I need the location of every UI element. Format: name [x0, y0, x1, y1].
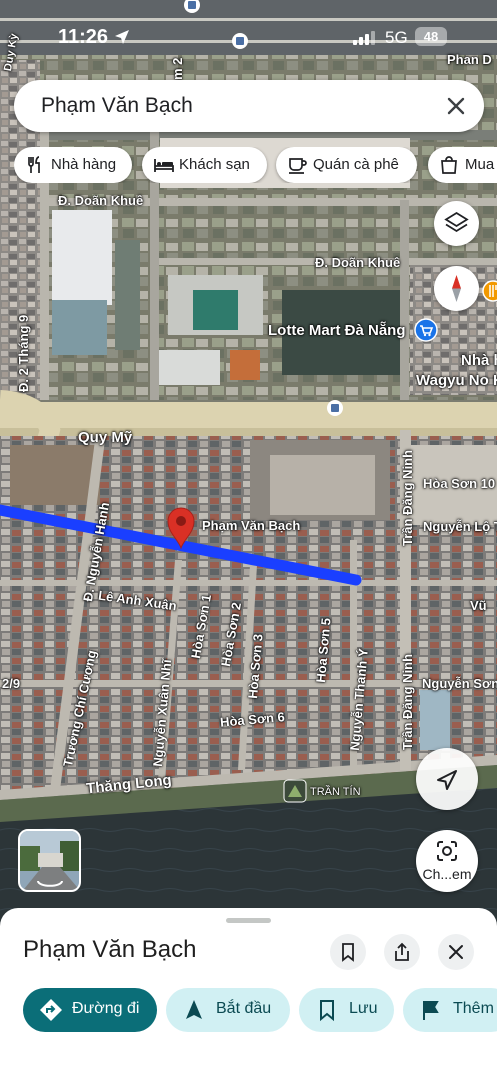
shopping-cart-icon[interactable] [414, 318, 438, 342]
layers-icon [444, 211, 469, 233]
chip-restaurants[interactable]: Nhà hàng [14, 147, 132, 183]
share-icon [395, 942, 409, 961]
chip-label: Nhà hàng [51, 156, 117, 173]
map-label-phan-d: Phan D [447, 52, 492, 67]
flag-icon [423, 1001, 439, 1020]
restaurant-icon [28, 156, 40, 173]
network-type: 5G [385, 28, 408, 47]
map-label-wagyu[interactable]: Wagyu No K [416, 372, 497, 389]
chip-hotels[interactable]: Khách sạn [142, 147, 267, 183]
map-label-vu: Vũ [470, 598, 487, 613]
hotel-icon [154, 159, 174, 172]
close-icon[interactable] [438, 88, 474, 124]
signal-bars-icon [353, 31, 375, 45]
location-pin-icon[interactable] [166, 506, 196, 550]
navigation-icon [186, 1000, 202, 1019]
search-bar[interactable]: Phạm Văn Bạch [14, 80, 484, 132]
share-button[interactable] [384, 934, 420, 970]
more-button[interactable]: Thêm [403, 988, 497, 1032]
chip-cafes[interactable]: Quán cà phê [276, 147, 417, 183]
chip-label: Quán cà phê [313, 156, 399, 173]
sheet-drag-handle[interactable] [226, 918, 271, 923]
place-bottom-sheet[interactable]: Phạm Văn Bạch Đường đi Bắt đầu Lưu Thêm [0, 908, 497, 1080]
layers-button[interactable] [434, 201, 479, 246]
chip-shopping[interactable]: Mua [428, 147, 497, 183]
directions-button[interactable]: Đường đi [23, 988, 157, 1032]
close-sheet-button[interactable] [438, 934, 474, 970]
bus-stop-icon[interactable] [326, 399, 344, 417]
street-view-preview [20, 831, 79, 890]
place-title: Phạm Văn Bạch [23, 936, 197, 963]
landmark-photo-icon[interactable] [283, 779, 307, 803]
map-label-nguyen-lo-t: Nguyễn Lộ T [423, 519, 497, 534]
category-chips: Nhà hàng Khách sạn Quán cà phê Mua [14, 147, 497, 183]
map-label-nguyen-son: Nguyễn Sơn [422, 676, 497, 691]
camera-lens-icon [437, 841, 457, 861]
location-services-icon [115, 30, 129, 44]
map-label-tran-dang-ninh: Trần Đăng Ninh [400, 449, 415, 546]
start-navigation-button[interactable]: Bắt đầu [166, 988, 290, 1032]
my-location-button[interactable] [416, 748, 478, 810]
shopping-bag-icon [441, 156, 457, 174]
navigation-arrow-icon [437, 770, 457, 790]
street-view-thumbnail[interactable] [18, 829, 81, 892]
map-label-pham-van-bach: Phạm Văn Bạch [202, 518, 301, 533]
close-icon [449, 945, 463, 959]
bus-stop-icon[interactable] [183, 0, 201, 14]
battery-indicator: 48 [415, 27, 447, 46]
map-label-hoa-son-10: Hòa Sơn 10 [423, 476, 496, 491]
compass-button[interactable] [434, 266, 479, 311]
search-query[interactable]: Phạm Văn Bạch [41, 94, 193, 118]
directions-label: Đường đi [72, 1000, 140, 1017]
save-label: Lưu [349, 1000, 378, 1017]
save-place-button[interactable] [330, 934, 366, 970]
status-bar: 11:26 5G 48 [0, 22, 497, 52]
status-time: 11:26 [58, 26, 109, 48]
coffee-icon [289, 158, 307, 174]
map-label-nha-hang[interactable]: Nhà h [461, 352, 497, 369]
restaurant-icon[interactable] [482, 279, 497, 303]
map-label-2-9: 2/9 [2, 676, 21, 691]
start-label: Bắt đầu [216, 1000, 272, 1017]
bookmark-icon [342, 943, 354, 962]
map-label-doan-khue: Đ. Doãn Khuê [58, 193, 144, 208]
screenshot-search-label: Ch...em [422, 866, 472, 882]
bookmark-icon [320, 1000, 334, 1022]
map-label-2-thang-9: Đ. 2 Tháng 9 [16, 314, 31, 392]
more-label: Thêm [453, 1000, 494, 1017]
map-label-lotte-mart[interactable]: Lotte Mart Đà Nẵng [268, 322, 406, 339]
map-label-quy-my: Quy Mỹ [78, 429, 133, 446]
chip-label: Mua [465, 156, 495, 173]
screenshot-search-button[interactable]: Ch...em [416, 830, 478, 892]
map-label-tran-tin: TRẦN TÍN [310, 786, 361, 798]
directions-icon [40, 999, 62, 1021]
map-label-doan-khue-2: Đ. Doãn Khuê [315, 255, 401, 270]
map-label-tran-dang-ninh-2: Trần Đăng Ninh [400, 653, 415, 750]
chip-label: Khách sạn [179, 156, 250, 173]
save-button[interactable]: Lưu [299, 988, 394, 1032]
compass-icon [452, 275, 461, 302]
map-label-m2: m 2 [170, 57, 185, 80]
